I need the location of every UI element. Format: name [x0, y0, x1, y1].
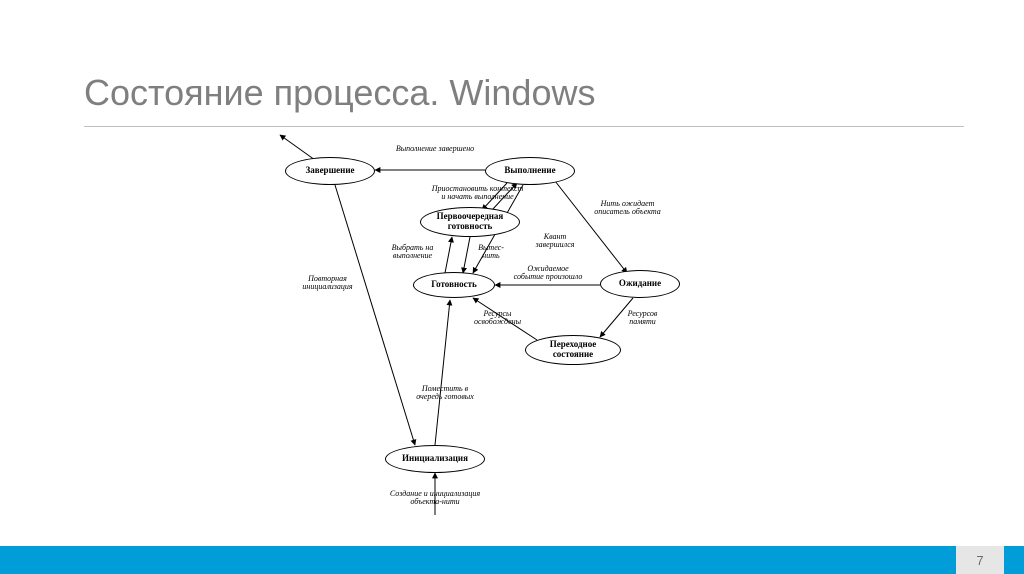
state-init: Инициализация: [385, 445, 485, 473]
title-underline: [84, 126, 964, 127]
slide-title: Состояние процесса. Windows: [84, 72, 595, 114]
edge-resources-freed: Ресурсы освобождены: [465, 310, 530, 327]
edge-exec-terminate: Выполнение завершено: [395, 145, 475, 153]
diagram-edges: [255, 145, 770, 525]
edge-place-queue: Поместить в очередь готовых: [410, 385, 480, 402]
edge-event-occurred: Ожидаемое событие произошло: [513, 265, 583, 282]
edge-thread-waits: Нить ожидает описатель объекта: [590, 200, 665, 217]
edge-preempt: Приостановить контекст и начать выполнен…: [430, 185, 525, 202]
edge-select-exec: Выбрать на выполнение: [385, 244, 440, 261]
page-number: 7: [956, 546, 1004, 574]
edge-preempt-thread: Вытес- нить: [471, 244, 511, 261]
state-diagram: Завершение Выполнение Первоочередная гот…: [255, 145, 770, 525]
edge-reinit: Повторная инициализация: [290, 275, 365, 292]
state-execute: Выполнение: [485, 157, 575, 185]
state-priority-ready: Первоочередная готовность: [420, 207, 520, 237]
state-ready: Готовность: [413, 272, 495, 298]
footer-bar: [0, 546, 1024, 574]
state-terminate: Завершение: [285, 157, 375, 185]
edge-create-init: Создание и инициализация объекта-нити: [375, 490, 495, 507]
state-transition: Переходное состояние: [525, 335, 621, 365]
edge-no-memory: Ресурсов памяти: [615, 310, 670, 327]
edge-quantum-end: Квант завершился: [525, 233, 585, 250]
state-wait: Ожидание: [600, 270, 680, 298]
